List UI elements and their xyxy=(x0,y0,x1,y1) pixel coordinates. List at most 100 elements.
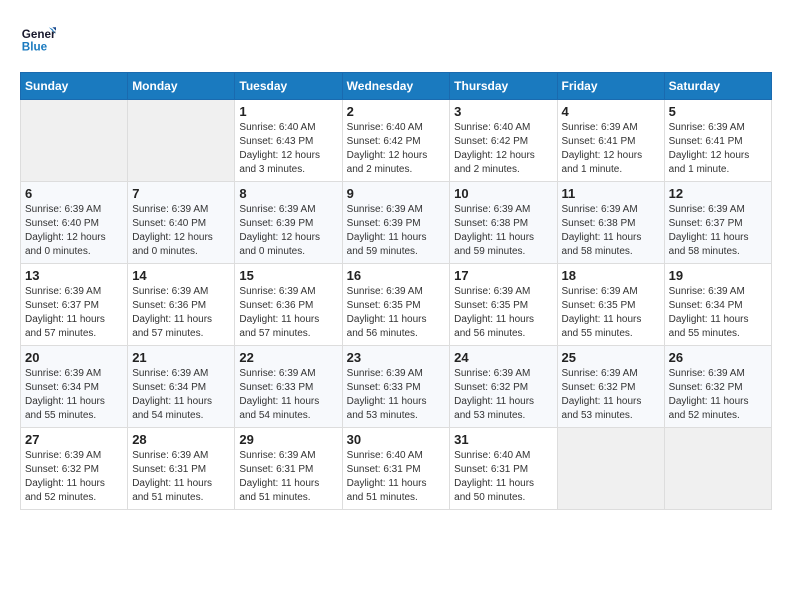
day-info: Sunrise: 6:39 AM Sunset: 6:32 PM Dayligh… xyxy=(454,367,552,423)
day-number: 10 xyxy=(454,186,552,201)
day-number: 15 xyxy=(239,268,337,283)
day-number: 20 xyxy=(25,350,123,365)
day-info: Sunrise: 6:39 AM Sunset: 6:31 PM Dayligh… xyxy=(239,449,337,505)
day-number: 19 xyxy=(669,268,767,283)
day-info: Sunrise: 6:39 AM Sunset: 6:36 PM Dayligh… xyxy=(132,285,230,341)
day-info: Sunrise: 6:40 AM Sunset: 6:43 PM Dayligh… xyxy=(239,121,337,177)
calendar-cell: 27Sunrise: 6:39 AM Sunset: 6:32 PM Dayli… xyxy=(21,428,128,510)
day-info: Sunrise: 6:39 AM Sunset: 6:32 PM Dayligh… xyxy=(562,367,660,423)
day-number: 26 xyxy=(669,350,767,365)
calendar-week-row: 20 Sunrise: 6:39 AM Sunset: 6:34 PM Dayli… xyxy=(21,346,772,428)
day-info: Sunrise: 6:39 AM Sunset: 6:35 PM Dayligh… xyxy=(562,285,660,341)
day-info: Sunrise: 6:39 AM Sunset: 6:35 PM Dayligh… xyxy=(347,285,446,341)
calendar-cell: 3Sunrise: 6:40 AM Sunset: 6:42 PM Daylig… xyxy=(450,100,557,182)
svg-text:Blue: Blue xyxy=(22,41,48,54)
day-info: Sunrise: 6:39 AM Sunset: 6:41 PM Dayligh… xyxy=(669,121,767,177)
svg-text:General: General xyxy=(22,28,56,41)
day-number: 14 xyxy=(132,268,230,283)
calendar-cell: 18 Sunrise: 6:39 AM Sunset: 6:35 PM Dayli… xyxy=(557,264,664,346)
day-number: 5 xyxy=(669,104,767,119)
day-info: Sunrise: 6:39 AM Sunset: 6:32 PM Dayligh… xyxy=(25,449,123,505)
calendar-cell: 2 Sunrise: 6:40 AM Sunset: 6:42 PM Daylig… xyxy=(342,100,450,182)
calendar-cell xyxy=(21,100,128,182)
day-info: Sunrise: 6:40 AM Sunset: 6:31 PM Dayligh… xyxy=(347,449,446,505)
day-info: Sunrise: 6:39 AM Sunset: 6:32 PM Dayligh… xyxy=(669,367,767,423)
day-number: 13 xyxy=(25,268,123,283)
calendar-cell: 19 Sunrise: 6:39 AM Sunset: 6:34 PM Dayli… xyxy=(664,264,771,346)
calendar-week-row: 27Sunrise: 6:39 AM Sunset: 6:32 PM Dayli… xyxy=(21,428,772,510)
day-number: 29 xyxy=(239,432,337,447)
calendar-cell: 4Sunrise: 6:39 AM Sunset: 6:41 PM Daylig… xyxy=(557,100,664,182)
day-number: 8 xyxy=(239,186,337,201)
day-info: Sunrise: 6:39 AM Sunset: 6:40 PM Dayligh… xyxy=(25,203,123,259)
day-info: Sunrise: 6:39 AM Sunset: 6:41 PM Dayligh… xyxy=(562,121,660,177)
day-number: 17 xyxy=(454,268,552,283)
day-number: 7 xyxy=(132,186,230,201)
weekday-header: Wednesday xyxy=(342,73,450,100)
calendar-cell xyxy=(128,100,235,182)
day-info: Sunrise: 6:39 AM Sunset: 6:37 PM Dayligh… xyxy=(25,285,123,341)
calendar-cell: 13 Sunrise: 6:39 AM Sunset: 6:37 PM Dayli… xyxy=(21,264,128,346)
weekday-header: Saturday xyxy=(664,73,771,100)
calendar-cell: 14 Sunrise: 6:39 AM Sunset: 6:36 PM Dayli… xyxy=(128,264,235,346)
day-info: Sunrise: 6:39 AM Sunset: 6:34 PM Dayligh… xyxy=(25,367,123,423)
day-info: Sunrise: 6:40 AM Sunset: 6:42 PM Dayligh… xyxy=(347,121,446,177)
calendar-cell: 12 Sunrise: 6:39 AM Sunset: 6:37 PM Dayli… xyxy=(664,182,771,264)
calendar-cell: 22 Sunrise: 6:39 AM Sunset: 6:33 PM Dayli… xyxy=(235,346,342,428)
calendar-cell: 26 Sunrise: 6:39 AM Sunset: 6:32 PM Dayli… xyxy=(664,346,771,428)
day-info: Sunrise: 6:39 AM Sunset: 6:31 PM Dayligh… xyxy=(132,449,230,505)
day-info: Sunrise: 6:40 AM Sunset: 6:31 PM Dayligh… xyxy=(454,449,552,505)
calendar-cell: 23 Sunrise: 6:39 AM Sunset: 6:33 PM Dayli… xyxy=(342,346,450,428)
calendar-week-row: 13 Sunrise: 6:39 AM Sunset: 6:37 PM Dayli… xyxy=(21,264,772,346)
calendar-cell: 17 Sunrise: 6:39 AM Sunset: 6:35 PM Dayli… xyxy=(450,264,557,346)
weekday-header: Sunday xyxy=(21,73,128,100)
calendar-week-row: 1 Sunrise: 6:40 AM Sunset: 6:43 PM Daylig… xyxy=(21,100,772,182)
day-number: 9 xyxy=(347,186,446,201)
day-number: 18 xyxy=(562,268,660,283)
day-info: Sunrise: 6:39 AM Sunset: 6:39 PM Dayligh… xyxy=(347,203,446,259)
day-info: Sunrise: 6:39 AM Sunset: 6:38 PM Dayligh… xyxy=(562,203,660,259)
day-number: 25 xyxy=(562,350,660,365)
weekday-header: Friday xyxy=(557,73,664,100)
calendar-cell: 28 Sunrise: 6:39 AM Sunset: 6:31 PM Dayli… xyxy=(128,428,235,510)
calendar-cell: 25 Sunrise: 6:39 AM Sunset: 6:32 PM Dayli… xyxy=(557,346,664,428)
calendar-cell: 9 Sunrise: 6:39 AM Sunset: 6:39 PM Daylig… xyxy=(342,182,450,264)
calendar-cell: 29 Sunrise: 6:39 AM Sunset: 6:31 PM Dayli… xyxy=(235,428,342,510)
page-header: General Blue xyxy=(20,20,772,56)
calendar-cell: 11Sunrise: 6:39 AM Sunset: 6:38 PM Dayli… xyxy=(557,182,664,264)
weekday-header: Tuesday xyxy=(235,73,342,100)
day-number: 6 xyxy=(25,186,123,201)
day-info: Sunrise: 6:39 AM Sunset: 6:34 PM Dayligh… xyxy=(669,285,767,341)
calendar-cell: 7 Sunrise: 6:39 AM Sunset: 6:40 PM Daylig… xyxy=(128,182,235,264)
day-number: 21 xyxy=(132,350,230,365)
day-info: Sunrise: 6:39 AM Sunset: 6:38 PM Dayligh… xyxy=(454,203,552,259)
logo-icon: General Blue xyxy=(20,20,56,56)
day-number: 22 xyxy=(239,350,337,365)
calendar-table: SundayMondayTuesdayWednesdayThursdayFrid… xyxy=(20,72,772,510)
day-info: Sunrise: 6:39 AM Sunset: 6:35 PM Dayligh… xyxy=(454,285,552,341)
calendar-cell: 21 Sunrise: 6:39 AM Sunset: 6:34 PM Dayli… xyxy=(128,346,235,428)
calendar-cell: 8Sunrise: 6:39 AM Sunset: 6:39 PM Daylig… xyxy=(235,182,342,264)
day-number: 30 xyxy=(347,432,446,447)
day-number: 23 xyxy=(347,350,446,365)
day-number: 1 xyxy=(239,104,337,119)
day-info: Sunrise: 6:39 AM Sunset: 6:33 PM Dayligh… xyxy=(347,367,446,423)
calendar-cell: 24Sunrise: 6:39 AM Sunset: 6:32 PM Dayli… xyxy=(450,346,557,428)
weekday-header: Thursday xyxy=(450,73,557,100)
day-number: 28 xyxy=(132,432,230,447)
day-info: Sunrise: 6:40 AM Sunset: 6:42 PM Dayligh… xyxy=(454,121,552,177)
calendar-cell: 1 Sunrise: 6:40 AM Sunset: 6:43 PM Daylig… xyxy=(235,100,342,182)
calendar-cell xyxy=(664,428,771,510)
calendar-cell: 31Sunrise: 6:40 AM Sunset: 6:31 PM Dayli… xyxy=(450,428,557,510)
calendar-cell xyxy=(557,428,664,510)
weekday-header: Monday xyxy=(128,73,235,100)
day-info: Sunrise: 6:39 AM Sunset: 6:37 PM Dayligh… xyxy=(669,203,767,259)
day-info: Sunrise: 6:39 AM Sunset: 6:34 PM Dayligh… xyxy=(132,367,230,423)
day-number: 12 xyxy=(669,186,767,201)
calendar-cell: 5 Sunrise: 6:39 AM Sunset: 6:41 PM Daylig… xyxy=(664,100,771,182)
day-number: 2 xyxy=(347,104,446,119)
day-info: Sunrise: 6:39 AM Sunset: 6:33 PM Dayligh… xyxy=(239,367,337,423)
day-info: Sunrise: 6:39 AM Sunset: 6:40 PM Dayligh… xyxy=(132,203,230,259)
calendar-cell: 16Sunrise: 6:39 AM Sunset: 6:35 PM Dayli… xyxy=(342,264,450,346)
logo: General Blue xyxy=(20,20,60,56)
